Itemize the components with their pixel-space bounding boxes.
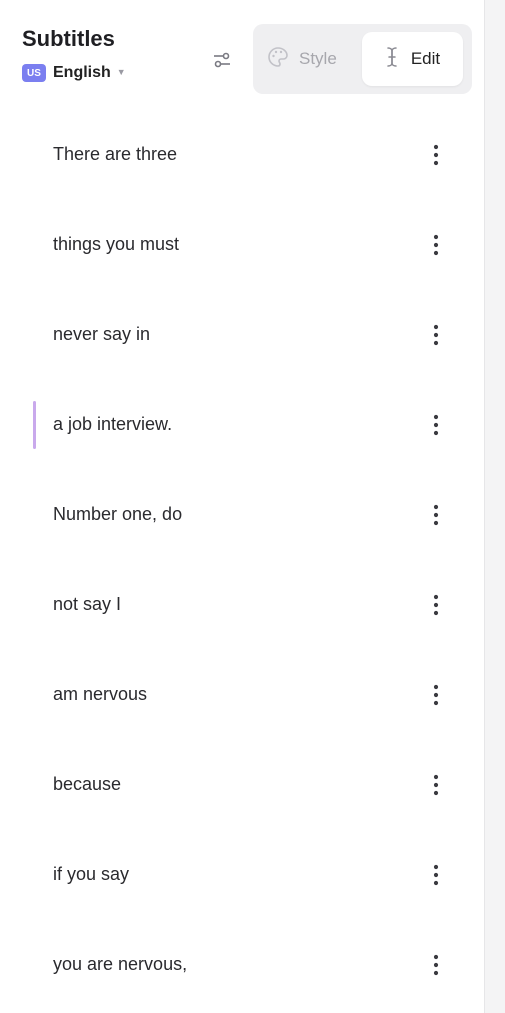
subtitle-row[interactable]: if you say	[0, 830, 484, 920]
subtitle-row[interactable]: not say I	[0, 560, 484, 650]
subtitle-text[interactable]: never say in	[53, 324, 150, 345]
adjacent-panel-edge	[484, 0, 505, 1013]
subtitle-row[interactable]: things you must	[0, 200, 484, 290]
subtitle-text[interactable]: Number one, do	[53, 504, 182, 525]
more-vertical-icon[interactable]	[424, 950, 448, 980]
more-vertical-icon[interactable]	[424, 590, 448, 620]
active-marker	[33, 401, 36, 449]
mode-toggle: Style Edit	[253, 24, 472, 94]
more-vertical-icon[interactable]	[424, 230, 448, 260]
subtitle-text[interactable]: because	[53, 774, 121, 795]
more-vertical-icon[interactable]	[424, 500, 448, 530]
subtitle-text[interactable]: not say I	[53, 594, 121, 615]
edit-mode-button[interactable]: Edit	[362, 32, 463, 86]
language-selector[interactable]: US English ▼	[22, 64, 126, 82]
subtitle-text[interactable]: a job interview.	[53, 414, 172, 435]
subtitle-list: There are three things you must never sa…	[0, 110, 484, 1010]
more-vertical-icon[interactable]	[424, 320, 448, 350]
subtitle-row[interactable]: you are nervous,	[0, 920, 484, 1010]
language-name: English	[53, 64, 111, 81]
subtitle-text[interactable]: am nervous	[53, 684, 147, 705]
more-vertical-icon[interactable]	[424, 770, 448, 800]
subtitles-panel: Subtitles US English ▼ Style Edit There …	[0, 0, 484, 1013]
subtitle-row[interactable]: because	[0, 740, 484, 830]
subtitle-row[interactable]: am nervous	[0, 650, 484, 740]
language-flag-badge: US	[22, 64, 46, 82]
subtitle-row-active[interactable]: a job interview.	[0, 380, 484, 470]
palette-icon	[267, 46, 299, 73]
subtitle-text[interactable]: you are nervous,	[53, 954, 187, 975]
text-cursor-icon	[385, 46, 411, 73]
style-mode-label: Style	[299, 49, 337, 68]
sliders-icon[interactable]	[210, 48, 234, 72]
panel-title: Subtitles	[22, 26, 115, 51]
more-vertical-icon[interactable]	[424, 860, 448, 890]
subtitle-text[interactable]: things you must	[53, 234, 179, 255]
more-vertical-icon[interactable]	[424, 140, 448, 170]
chevron-down-icon: ▼	[116, 67, 126, 77]
more-vertical-icon[interactable]	[424, 680, 448, 710]
subtitle-row[interactable]: There are three	[0, 110, 484, 200]
subtitle-row[interactable]: never say in	[0, 290, 484, 380]
subtitle-row[interactable]: Number one, do	[0, 470, 484, 560]
subtitle-text[interactable]: if you say	[53, 864, 129, 885]
more-vertical-icon[interactable]	[424, 410, 448, 440]
style-mode-button[interactable]: Style	[267, 44, 337, 74]
subtitle-text[interactable]: There are three	[53, 144, 177, 165]
edit-mode-label: Edit	[410, 49, 441, 68]
panel-header: Subtitles US English ▼ Style Edit	[0, 0, 484, 110]
